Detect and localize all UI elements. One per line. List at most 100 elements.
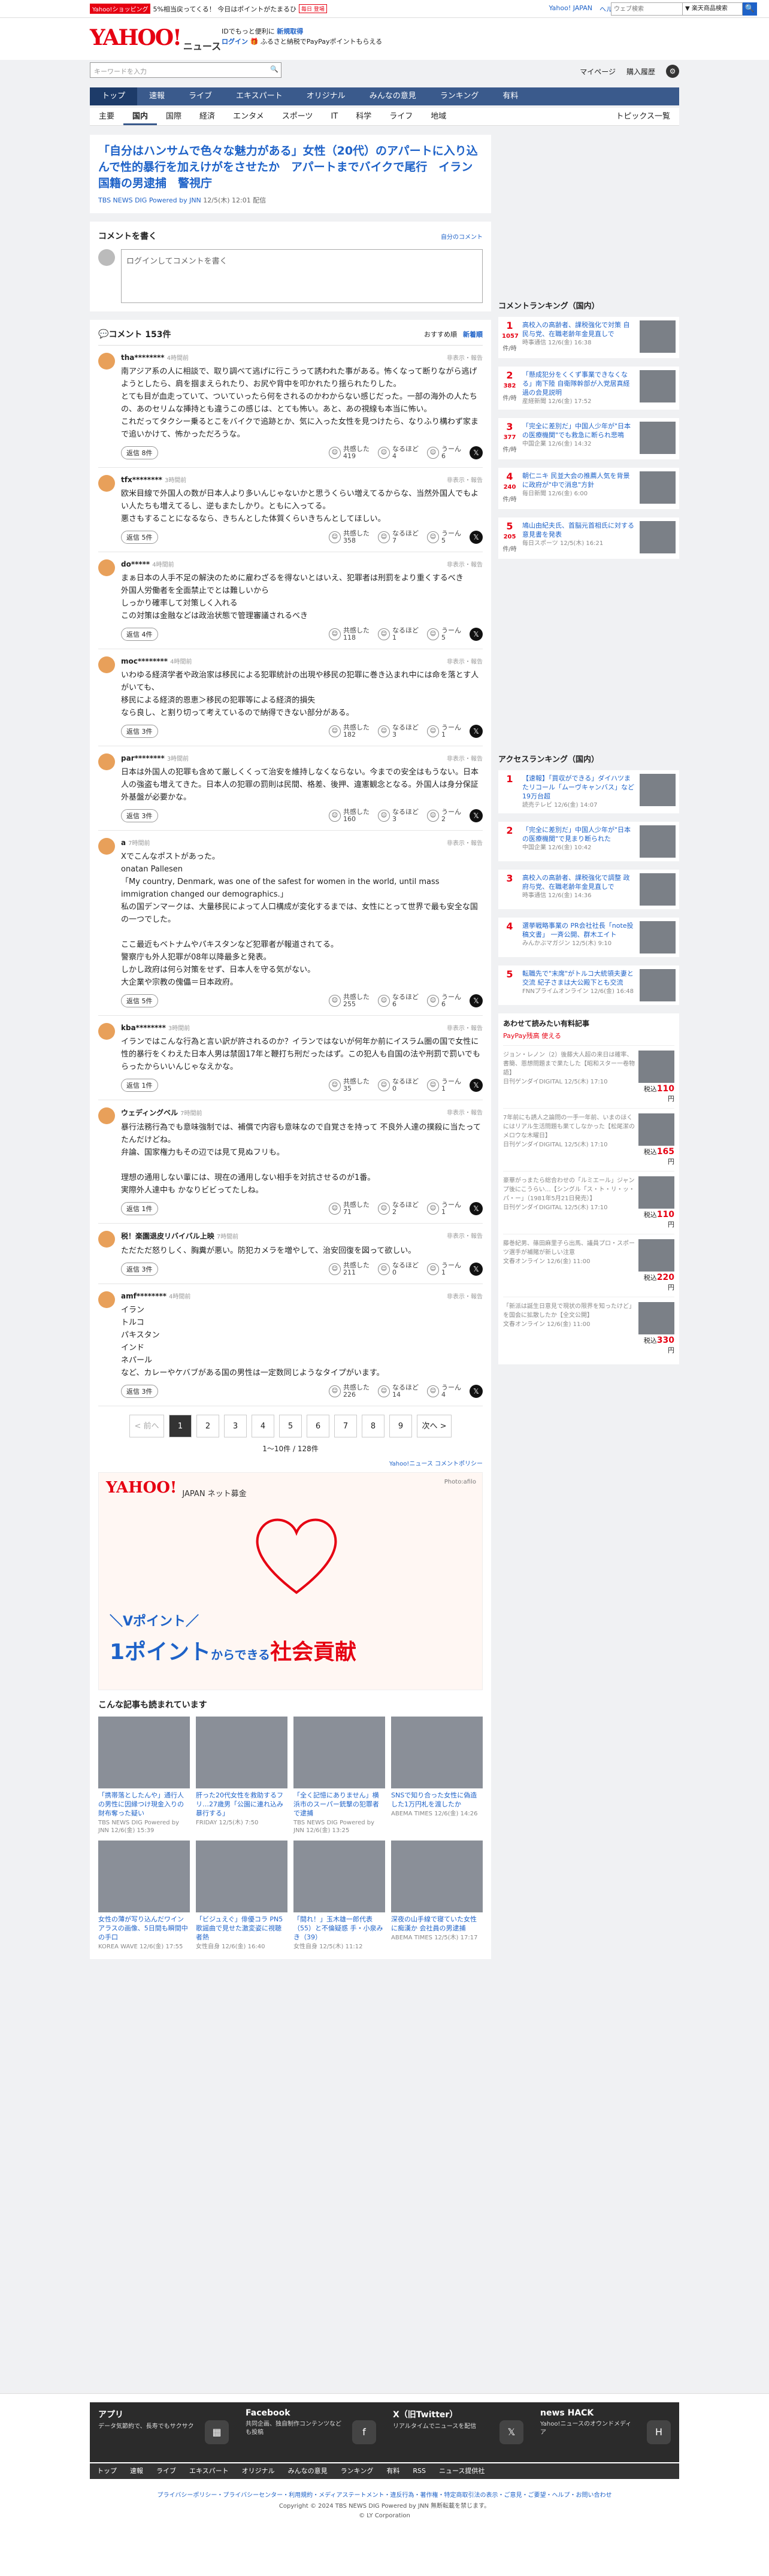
reco-thumbnail[interactable] — [391, 1841, 483, 1912]
rank-title-text[interactable]: 高校入の高齢者、課税強化で対策 自民与党、在職老齢年金見直しで 時事通信 12/6… — [522, 320, 635, 355]
footer-nav-item[interactable]: 有料 — [386, 2463, 399, 2479]
reco-thumbnail[interactable] — [98, 1841, 190, 1912]
yahoo-news-logo[interactable]: YAHOO! ニュース — [90, 25, 221, 53]
nav-opinion[interactable]: みんなの意見 — [358, 87, 428, 105]
vote-empathy-button[interactable]: ☺ 共感した 255 — [329, 994, 370, 1008]
reply-button[interactable]: 返信 1件 — [121, 1079, 158, 1092]
article-source[interactable]: TBS NEWS DIG Powered by JNN — [98, 196, 201, 204]
page-4[interactable]: 4 — [252, 1415, 274, 1437]
reco-item[interactable]: 「全く記憶にありません」横浜市のスーパー銃撃の犯罪者で逮捕 TBS NEWS DI… — [293, 1717, 385, 1835]
reply-button[interactable]: 返信 3件 — [121, 1385, 158, 1398]
search-icon[interactable]: 🔍 — [270, 65, 278, 73]
page-7[interactable]: 7 — [334, 1415, 357, 1437]
avatar[interactable] — [98, 559, 115, 576]
reco-thumbnail[interactable] — [196, 1841, 287, 1912]
nav-top[interactable]: トップ — [90, 87, 138, 105]
nav-breaking[interactable]: 速報 — [137, 87, 177, 105]
access-title-text[interactable]: 「完全に差別だ」中国人少年が"日本の医療機関"で見まり断られた 中国企業 12/6… — [522, 825, 635, 858]
reco-title-text[interactable]: 「携帯落としたんや」通行人の男性に因縁つけ現金入りの財布奪った疑い — [98, 1791, 190, 1818]
footer-service[interactable]: news HACK Yahoo!ニュースのオウンドメディア H — [532, 2402, 679, 2462]
reco-title-text[interactable]: 女性の薄が写り込んだワインアラスの画像、5日間も瞬間中の手口 — [98, 1915, 190, 1942]
paid-article-item[interactable]: 藤巻紀男、篠田麻里子ら出馬、議員プロ・スポーツ選手が補賭が新しい注意 文春オンライ… — [503, 1234, 674, 1297]
vote-empathy-button[interactable]: ☺ 共感した 419 — [329, 446, 370, 460]
x-share-icon[interactable]: 𝕏 — [470, 1385, 483, 1398]
access-item[interactable]: 3 高校入の高齢者、課税強化で調整 政府与党、在職老齢年金見直しで 時事通信 12/… — [498, 870, 679, 909]
avatar[interactable] — [98, 656, 115, 673]
shopping-promo[interactable]: Yahoo!ショッピング 5%相当戻ってくる！ 今日はポイントがたまるひ 毎日 … — [90, 4, 327, 14]
vote-hmm-button[interactable]: ☺ うーん 1 — [427, 724, 461, 738]
reco-thumbnail[interactable] — [98, 1717, 190, 1788]
vote-empathy-button[interactable]: ☺ 共感した 182 — [329, 724, 370, 738]
paid-article-title[interactable]: 7年前にも誘人之論問の一手一年前、いまのほくにはリアル生活問題も果てしなかった【… — [503, 1113, 635, 1166]
paid-article-item[interactable]: 豪華がっまたら総合わせの「ルミエール」ジャンプ後にこうらい…【シングル「ス・ト・… — [503, 1171, 674, 1234]
avatar[interactable] — [98, 353, 115, 370]
page-9[interactable]: 9 — [389, 1415, 412, 1437]
vote-hmm-button[interactable]: ☺ うーん 1 — [427, 1078, 461, 1092]
rank-thumbnail[interactable] — [640, 320, 676, 353]
reco-thumbnail[interactable] — [293, 1841, 385, 1912]
reply-button[interactable]: 返信 4件 — [121, 628, 158, 641]
paid-article-title[interactable]: 豪華がっまたら総合わせの「ルミエール」ジャンプ後にこうらい…【シングル「ス・ト・… — [503, 1176, 635, 1229]
vote-hmm-button[interactable]: ☺ うーん 2 — [427, 809, 461, 823]
footer-nav-item[interactable]: 速報 — [130, 2463, 143, 2479]
reco-item[interactable]: 女性の薄が写り込んだワインアラスの画像、5日間も瞬間中の手口 KOREA WAVE… — [98, 1841, 190, 1951]
page-2[interactable]: 2 — [196, 1415, 219, 1437]
reco-item[interactable]: 「間れ！」玉木雄一郎代表（55）と不倫疑惑 手・小泉みき（39） 女性自身 12/… — [293, 1841, 385, 1951]
footer-nav-item[interactable]: ランキング — [341, 2463, 374, 2479]
reply-button[interactable]: 返信 5件 — [121, 531, 158, 544]
rank-thumbnail[interactable] — [640, 471, 676, 504]
rank-title-text[interactable]: 朝仁ニキ 民並大会の推薦人気を背景に政府が"中で消息"方針 毎日新聞 12/6(金… — [522, 471, 635, 505]
comment-author[interactable]: ウェディングベル — [121, 1109, 178, 1117]
reco-item[interactable]: SNSで知り合った女性に偽造した1万円札を渡したか ABEMA TIMES 12/… — [391, 1717, 483, 1835]
ranking-item[interactable]: 4 240 件/時 朝仁ニキ 民並大会の推薦人気を背景に政府が"中で消息"方針 毎日新聞… — [498, 468, 679, 509]
footer-nav-item[interactable]: エキスパート — [189, 2463, 229, 2479]
article-headline[interactable]: 「自分はハンサムで色々な魅力がある」女性（20代）のアパートに入り込んで性的暴行… — [98, 143, 483, 192]
vote-empathy-button[interactable]: ☺ 共感した 226 — [329, 1384, 370, 1399]
access-thumbnail[interactable] — [640, 774, 676, 806]
access-item[interactable]: 5 転職先で"末席"がトルコ大統領夫妻と交流 紀子さまは大公殿下とも交流 FNNプラ… — [498, 965, 679, 1005]
paid-article-title[interactable]: 「新派は誕生日意見で現状の限界を知ったけど」を国会に拡散したか【全文公開】 文春オ… — [503, 1302, 635, 1355]
comment-author[interactable]: par******** — [121, 754, 165, 762]
avatar[interactable] — [98, 1023, 115, 1040]
cat-sports[interactable]: スポーツ — [273, 108, 322, 125]
reco-item[interactable]: 深夜の山手線で寝ていた女性に痴漢か 会社員の男逮捕 ABEMA TIMES 12/… — [391, 1841, 483, 1951]
sort-newest[interactable]: 新着順 — [463, 329, 483, 339]
vote-empathy-button[interactable]: ☺ 共感した 160 — [329, 809, 370, 823]
paid-article-title[interactable]: ジョン・レノン（2）後藤大人超の来日は確率、書簡、恩想問題まで果たした【昭和スタ… — [503, 1051, 635, 1103]
reco-thumbnail[interactable] — [196, 1717, 287, 1788]
x-share-icon[interactable]: 𝕏 — [470, 809, 483, 822]
vote-insight-button[interactable]: ☺ なるほど 1 — [378, 627, 419, 641]
vote-insight-button[interactable]: ☺ なるほど 0 — [378, 1262, 419, 1276]
footer-policy-links[interactable]: プライバシーポリシー・プライバシーセンター・利用規約・メディアステートメント・違… — [0, 2490, 769, 2499]
reco-item[interactable]: 肝った20代女性を救助するフリ…27歳男「公園に連れ込み暴行する」 FRIDAY … — [196, 1717, 287, 1835]
vote-hmm-button[interactable]: ☺ うーん 5 — [427, 530, 461, 544]
ranking-item[interactable]: 1 1057 件/時 高校入の高齢者、課税強化で対策 自民与党、在職老齢年金見直しで時… — [498, 317, 679, 358]
x-share-icon[interactable]: 𝕏 — [470, 446, 483, 459]
paid-article-thumbnail[interactable] — [638, 1176, 674, 1209]
vote-insight-button[interactable]: ☺ なるほど 0 — [378, 1078, 419, 1092]
reply-button[interactable]: 返信 5件 — [121, 994, 158, 1007]
reco-title-text[interactable]: 肝った20代女性を救助するフリ…27歳男「公園に連れ込み暴行する」 — [196, 1791, 287, 1818]
ranking-item[interactable]: 2 382 件/時 「懸成犯分をくくず事業できなくなる」南下陸 自衛隊幹部が入党居真経… — [498, 367, 679, 410]
rank-thumbnail[interactable] — [640, 521, 676, 553]
avatar[interactable] — [98, 838, 115, 855]
rank-title-text[interactable]: 鳩山由紀夫氏、首脳元首相氏に対する意見書を発表 毎日スポーツ 12/5(木) 16… — [522, 521, 635, 555]
rank-title-text[interactable]: 「懸成犯分をくくず事業できなくなる」南下陸 自衛隊幹部が入党居真経過の会見説明産… — [522, 370, 635, 406]
comment-author[interactable]: moc******** — [121, 657, 168, 665]
login-link[interactable]: ログイン — [222, 38, 248, 46]
cat-entertainment[interactable]: エンタメ — [224, 108, 273, 125]
access-thumbnail[interactable] — [640, 969, 676, 1001]
report-link[interactable]: 非表示・報告 — [447, 1231, 483, 1241]
footer-service[interactable]: アプリ データ気節約で、長寿でもサクサク ▦ — [90, 2402, 237, 2462]
footer-nav-item[interactable]: トップ — [97, 2463, 117, 2479]
report-link[interactable]: 非表示・報告 — [447, 1107, 483, 1118]
ad-banner[interactable]: YAHOO! JAPAN ネット募金 Photo:afilo ＼Vポイント／ 1… — [98, 1472, 483, 1690]
web-search-input[interactable] — [611, 2, 683, 16]
x-share-icon[interactable]: 𝕏 — [470, 1202, 483, 1215]
vote-insight-button[interactable]: ☺ なるほど 7 — [378, 530, 419, 544]
vote-hmm-button[interactable]: ☺ うーん 4 — [427, 1384, 461, 1399]
ranking-item[interactable]: 5 205 件/時 鳩山由紀夫氏、首脳元首相氏に対する意見書を発表 毎日スポーツ 12/… — [498, 517, 679, 559]
reply-button[interactable]: 返信 8件 — [121, 446, 158, 459]
paid-article-thumbnail[interactable] — [638, 1051, 674, 1083]
search-target-select[interactable]: ▼ 楽天商品検索 — [683, 2, 743, 16]
